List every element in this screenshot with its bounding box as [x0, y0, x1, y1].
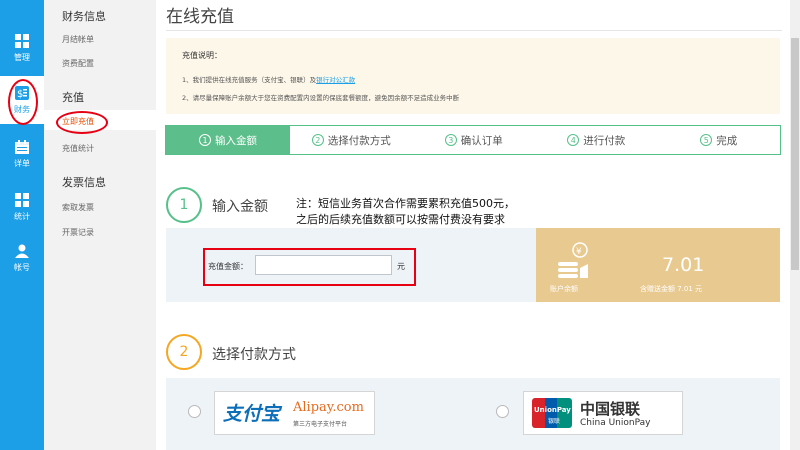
unionpay-name-cn: 中国银联 [580, 400, 641, 418]
rail-item-account[interactable]: 帐号 [0, 234, 44, 282]
subnav-item-recharge-now[interactable]: 立即充值 [56, 111, 108, 134]
step-number: 2 [311, 134, 324, 146]
unionpay-name-en: China UnionPay [580, 418, 651, 428]
recharge-note: 注：短信业务首次合作需要累积充值500元， 之后的后续充值数额可以按需付费没有要… [296, 196, 515, 228]
section-2-number: 2 [166, 334, 202, 370]
step-confirm-order: 3 确认订单 [413, 126, 536, 154]
title-divider [166, 30, 782, 31]
account-balance-card: ¥ 账户余额 7.01 含赠送金额 7.01 元 [536, 228, 780, 302]
subnav-group-invoice: 发票信息 [62, 176, 106, 189]
subnav-item-request-invoice[interactable]: 索取发票 [62, 202, 94, 213]
bank-transfer-link[interactable]: 银行对公汇款 [316, 76, 355, 84]
rail-label: 统计 [14, 212, 30, 221]
unionpay-card-text: UnionPay [534, 406, 571, 414]
alipay-tagline: 第三方电子支付平台 [293, 421, 348, 428]
alipay-name-cn: 支付宝 [223, 403, 281, 425]
vertical-scrollbar[interactable] [790, 0, 800, 450]
alipay-logo[interactable]: 支付宝 Alipay.com 第三方电子支付平台 [214, 391, 375, 435]
rail-item-stats[interactable]: 统计 [0, 183, 44, 231]
balance-value: 7.01 [662, 254, 705, 276]
step-complete: 5 完成 [658, 126, 781, 154]
money-icon: $ [14, 85, 30, 101]
user-icon [14, 243, 30, 259]
subnav-group-recharge: 充值 [62, 91, 84, 104]
alipay-name-en: Alipay.com [293, 400, 364, 415]
notice-line-2: 2、请尽量保障账户余额大于您在资费配置内设置的保底套餐额度，避免因余额不足造成业… [182, 94, 460, 102]
amount-unit: 元 [397, 262, 405, 271]
recharge-notice: 充值说明： 1、我们提供在线充值服务（支付宝、银联）及银行对公汇款 2、请尽量保… [166, 38, 780, 114]
rail-item-finance[interactable]: $ 财务 [0, 76, 44, 125]
notice-title: 充值说明： [182, 51, 222, 60]
unionpay-card-text-cn: 银联 [548, 418, 561, 425]
subnav-group-finance-info: 财务信息 [62, 10, 106, 23]
subnav-item-fee-config[interactable]: 资费配置 [62, 58, 94, 69]
balance-label: 账户余额 [550, 285, 578, 293]
svg-text:$: $ [17, 89, 23, 100]
alipay-radio[interactable] [188, 405, 201, 418]
step-number: 3 [444, 134, 457, 146]
step-label: 完成 [716, 134, 738, 147]
step-label: 选择付款方式 [327, 134, 391, 147]
subnav-item-invoice-records[interactable]: 开票记录 [62, 227, 94, 238]
section-1-number: 1 [166, 187, 202, 223]
rail-label: 财务 [14, 105, 30, 114]
step-label: 确认订单 [460, 134, 503, 147]
balance-bonus: 含赠送金额 7.01 元 [640, 285, 703, 293]
notice-line-1-text: 1、我们提供在线充值服务（支付宝、银联）及 [182, 76, 317, 84]
step-number: 4 [567, 134, 580, 146]
recharge-note-line-2: 之后的后续充值数额可以按需付费没有要求 [296, 213, 505, 226]
unionpay-card-icon: UnionPay 银联 [532, 398, 572, 428]
notice-line-1: 1、我们提供在线充值服务（支付宝、银联）及银行对公汇款 [182, 74, 355, 84]
svg-text:¥: ¥ [576, 247, 582, 257]
scrollbar-thumb[interactable] [791, 38, 799, 270]
subnav-item-monthly-bill[interactable]: 月结帐单 [62, 34, 94, 45]
icon-rail: 管理 $ 财务 详单 统计 帐号 [0, 0, 44, 450]
section-2-title: 选择付款方式 [212, 347, 296, 363]
rail-item-detail[interactable]: 详单 [0, 130, 44, 178]
section-1-title: 输入金额 [212, 199, 268, 215]
step-enter-amount: 1 输入金额 [166, 126, 290, 154]
progress-steps: 1 输入金额 2 选择付款方式 3 确认订单 4 进行付款 5 完成 [165, 125, 781, 155]
app-root: 管理 $ 财务 详单 统计 帐号 财务信息 月结帐单 资费配置 充值 立即充值 … [0, 0, 800, 450]
secondary-nav [44, 0, 156, 450]
subnav-item-recharge-stats[interactable]: 充值统计 [62, 143, 94, 154]
amount-label: 充值金额： [208, 262, 248, 271]
step-label: 进行付款 [583, 134, 626, 147]
recharge-amount-input[interactable] [255, 255, 392, 275]
rail-label: 帐号 [14, 263, 30, 272]
page-title: 在线充值 [166, 7, 234, 27]
step-number: 5 [700, 134, 713, 146]
step-label: 输入金额 [215, 134, 257, 147]
calendar-icon [14, 139, 30, 155]
coins-icon: ¥ [558, 242, 588, 278]
step-number: 1 [199, 134, 211, 146]
grid-icon [14, 33, 30, 49]
unionpay-radio[interactable] [496, 405, 509, 418]
step-make-payment: 4 进行付款 [535, 126, 658, 154]
rail-label: 详单 [14, 159, 30, 168]
recharge-note-line-1: 注：短信业务首次合作需要累积充值500元， [296, 197, 515, 210]
rail-label: 管理 [14, 53, 30, 62]
unionpay-logo[interactable]: UnionPay 银联 中国银联 China UnionPay [523, 391, 683, 435]
step-choose-payment: 2 选择付款方式 [290, 126, 413, 154]
rail-item-manage[interactable]: 管理 [0, 24, 44, 72]
grid-icon [14, 192, 30, 208]
